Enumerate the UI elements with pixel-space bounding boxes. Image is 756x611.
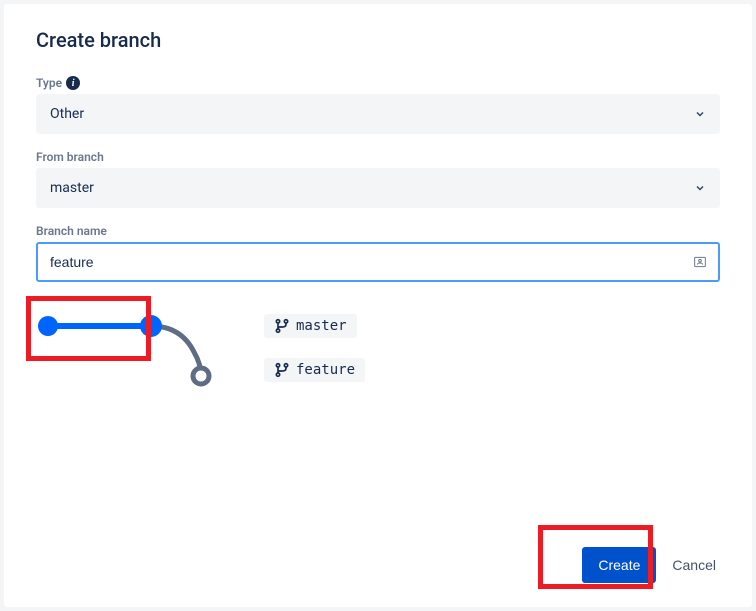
branch-name-label-text: Branch name: [36, 224, 107, 238]
from-branch-label-text: From branch: [36, 150, 104, 164]
cancel-button[interactable]: Cancel: [668, 549, 720, 581]
contact-card-icon: [692, 254, 708, 270]
branch-visualization: master feature: [36, 314, 720, 394]
type-field-group: Type i Other: [36, 76, 720, 134]
branch-icon: [274, 318, 290, 334]
from-branch-select-value: master: [50, 180, 94, 196]
branch-name-input[interactable]: [36, 242, 720, 282]
branch-graph: [36, 314, 216, 394]
dialog-actions: Create Cancel: [582, 547, 720, 583]
type-label: Type i: [36, 76, 720, 90]
type-select-value: Other: [50, 106, 84, 122]
branch-chip-source-label: master: [296, 318, 347, 334]
from-branch-label: From branch: [36, 150, 720, 164]
branch-chip-target: feature: [264, 358, 365, 382]
branch-name-input-wrapper: [36, 242, 720, 282]
info-icon[interactable]: i: [66, 76, 80, 90]
branch-name-label: Branch name: [36, 224, 720, 238]
create-branch-dialog: Create branch Type i Other From branch m…: [4, 4, 752, 607]
from-branch-field-group: From branch master: [36, 150, 720, 208]
dialog-title: Create branch: [36, 28, 720, 52]
create-button[interactable]: Create: [582, 547, 656, 583]
type-label-text: Type: [36, 76, 62, 90]
branch-name-field-group: Branch name: [36, 224, 720, 282]
chevron-down-icon: [694, 182, 706, 194]
branch-chip-source: master: [264, 314, 357, 338]
branch-icon: [274, 362, 290, 378]
from-branch-select[interactable]: master: [36, 168, 720, 208]
type-select[interactable]: Other: [36, 94, 720, 134]
chevron-down-icon: [694, 108, 706, 120]
branch-labels: master feature: [264, 314, 365, 382]
branch-chip-target-label: feature: [296, 362, 355, 378]
